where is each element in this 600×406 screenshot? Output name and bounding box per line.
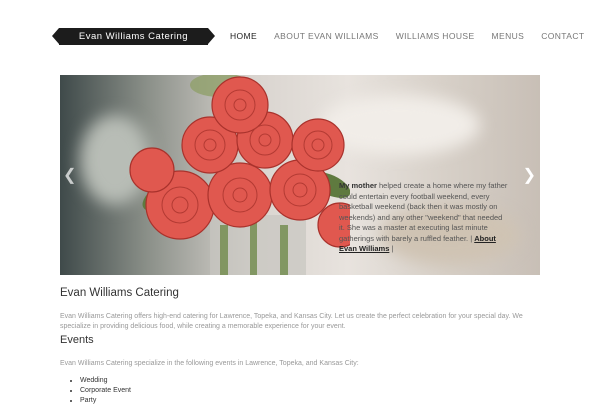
list-item: Corporate Event (80, 386, 131, 396)
page-title: Evan Williams Catering (60, 287, 179, 299)
site-logo[interactable]: Evan Williams Catering (52, 28, 215, 45)
nav-about-evan-williams[interactable]: ABOUT EVAN WILLIAMS (274, 31, 379, 41)
events-list: Wedding Corporate Event Party (70, 376, 131, 406)
nav-williams-house[interactable]: WILLIAMS HOUSE (396, 31, 475, 41)
intro-text: Evan Williams Catering offers high-end c… (60, 313, 523, 330)
rose-bouquet-image (129, 75, 350, 275)
hero-slider[interactable]: My mother helped create a home where my … (60, 75, 540, 275)
slider-caption: My mother helped create a home where my … (339, 181, 509, 255)
caption-end: | (389, 244, 394, 253)
nav-menus[interactable]: MENUS (492, 31, 525, 41)
main-nav: HOME ABOUT EVAN WILLIAMS WILLIAMS HOUSE … (230, 31, 584, 41)
chevron-left-icon[interactable]: ❮ (63, 168, 76, 184)
nav-contact[interactable]: CONTACT (541, 31, 584, 41)
events-heading: Events (60, 334, 94, 346)
events-intro-text: Evan Williams Catering specialize in the… (60, 360, 359, 367)
nav-home[interactable]: HOME (230, 31, 257, 41)
caption-bold: My mother (339, 181, 377, 190)
list-item: Wedding (80, 376, 131, 386)
list-item: Party (80, 396, 131, 406)
chevron-right-icon[interactable]: ❯ (523, 168, 536, 184)
